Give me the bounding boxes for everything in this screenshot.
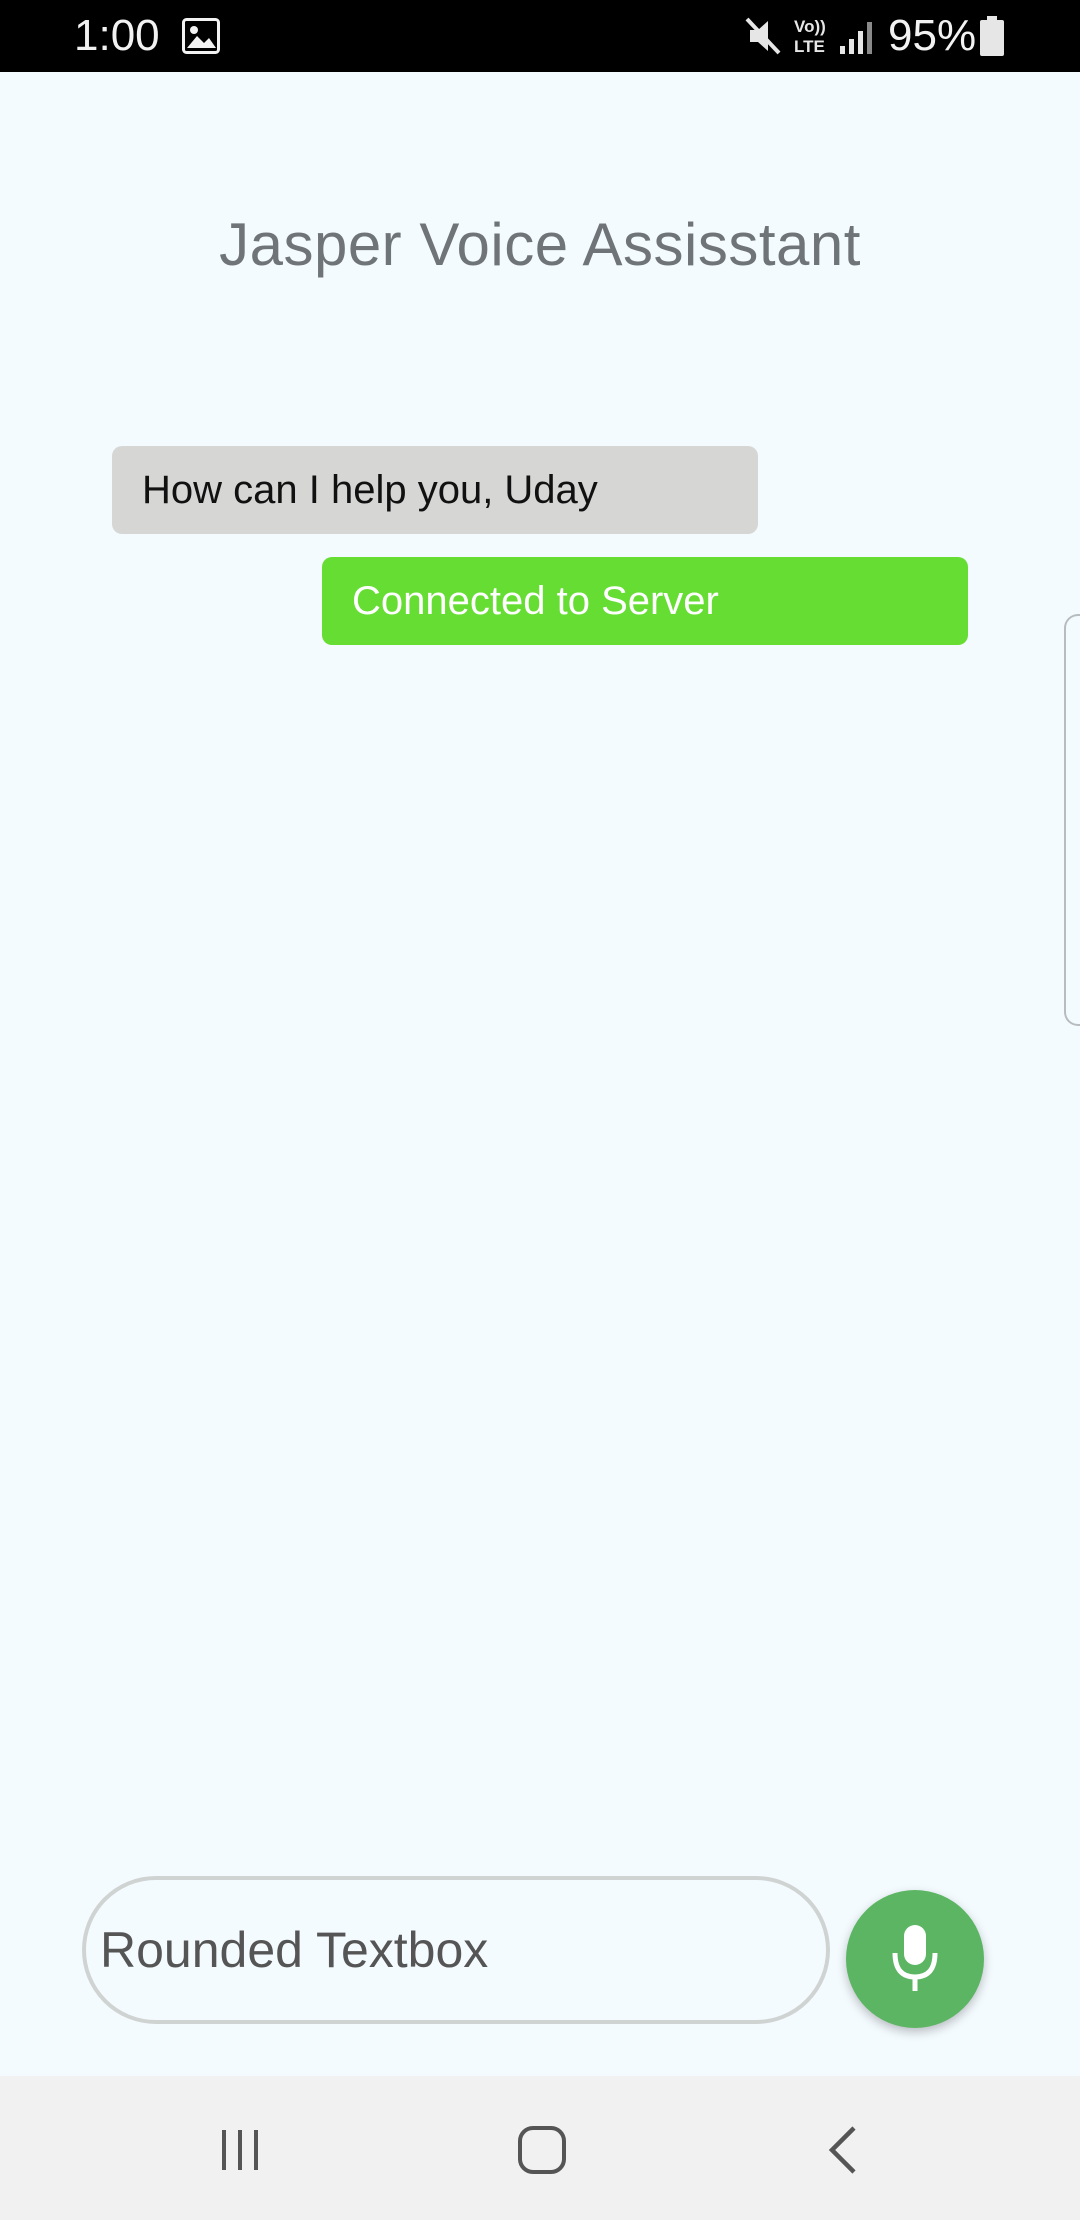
battery-icon [980,16,1004,56]
back-button[interactable] [804,2118,884,2182]
volte-icon: Vo)) LTE [794,17,826,56]
message-incoming: How can I help you, Uday [112,446,758,534]
navigation-bar [0,2076,1080,2220]
recents-icon [222,2130,258,2170]
microphone-icon [892,1925,938,1991]
svg-text:LTE: LTE [794,37,825,56]
mic-button[interactable] [846,1890,984,2028]
gallery-icon [182,18,220,54]
message-outgoing: Connected to Server [322,557,968,645]
signal-icon [840,22,872,54]
home-icon [518,2126,566,2174]
recents-button[interactable] [200,2118,280,2182]
edge-panel-handle[interactable] [1064,614,1080,1026]
battery-percent: 95% [888,11,977,60]
message-input[interactable] [82,1876,830,2024]
home-button[interactable] [502,2118,582,2182]
page-title: Jasper Voice Assisstant [219,211,861,278]
svg-text:Vo)): Vo)) [794,17,826,36]
screen: 1:00 Vo)) LTE 95% Jasper Voice Assisstan… [0,0,1080,2220]
back-icon [828,2126,856,2174]
status-time: 1:00 [74,11,160,60]
status-bar: 1:00 Vo)) LTE 95% [0,0,1080,72]
mute-icon [745,17,781,55]
